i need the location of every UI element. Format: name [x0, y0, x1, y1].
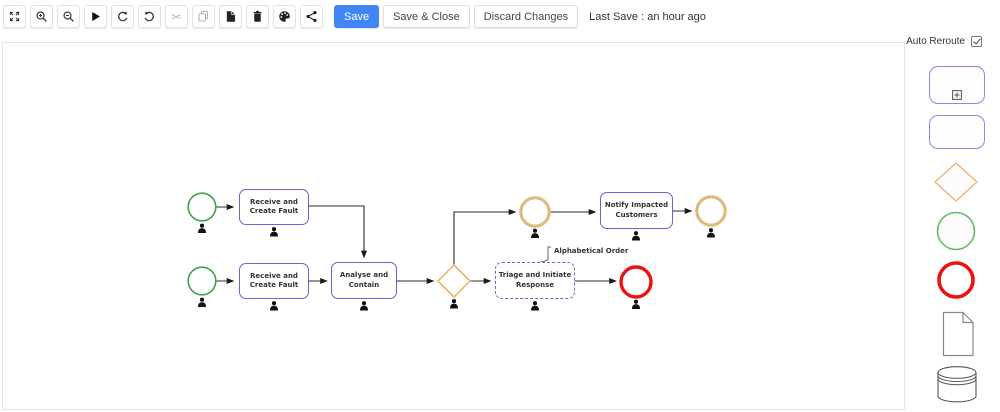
person-icon [270, 301, 278, 311]
palette-gateway-shape[interactable] [934, 162, 978, 202]
task-label: Notify Impacted Customers [604, 201, 669, 219]
end-event[interactable] [619, 265, 653, 299]
auto-reroute-row: Auto Reroute [906, 36, 982, 47]
task-label: Receive and Create Fault [249, 271, 299, 289]
person-icon [531, 301, 539, 311]
gateway-diamond[interactable] [437, 264, 471, 298]
task-triage-and-initiate-response[interactable]: Triage and Initiate Response [495, 262, 575, 299]
palette-start-event-shape[interactable] [936, 211, 976, 251]
bpmn-editor: ✂ Save Save & Close Discard Changes Last… [0, 0, 1000, 412]
task-receive-create-fault-1[interactable]: Receive and Create Fault [239, 189, 309, 225]
flow-receive1-to-analyse[interactable] [309, 205, 368, 259]
person-icon [270, 227, 278, 237]
start-event-2[interactable] [187, 266, 217, 296]
task-receive-create-fault-2[interactable]: Receive and Create Fault [239, 263, 309, 299]
auto-reroute-checkbox[interactable] [971, 36, 982, 47]
person-icon [198, 297, 206, 307]
task-notify-impacted-customers[interactable]: Notify Impacted Customers [600, 192, 673, 229]
person-icon [632, 231, 640, 241]
task-analyse-and-contain[interactable]: Analyse and Contain [331, 262, 397, 299]
person-icon [632, 299, 640, 309]
palette-end-event-shape[interactable] [937, 261, 975, 299]
intermediate-event-1[interactable] [519, 196, 551, 228]
person-icon [531, 228, 539, 238]
person-icon [707, 228, 715, 238]
start-event-1[interactable] [187, 192, 217, 222]
task-label: Receive and Create Fault [249, 197, 299, 215]
palette-task-shape[interactable] [929, 115, 985, 149]
person-icon [450, 299, 458, 309]
task-label: Triage and Initiate Response [498, 271, 572, 289]
person-icon [360, 301, 368, 311]
person-icon [198, 223, 206, 233]
text-annotation[interactable]: Alphabetical Order [551, 246, 632, 257]
flow-gateway-to-event1[interactable] [453, 208, 517, 265]
palette-datastore-shape[interactable] [937, 366, 977, 403]
palette-subprocess-shape[interactable] [929, 66, 985, 104]
diagram-layer [187, 162, 978, 403]
palette-document-shape[interactable] [942, 311, 974, 357]
plus-box-icon [952, 90, 962, 100]
auto-reroute-label: Auto Reroute [906, 36, 965, 47]
intermediate-event-2[interactable] [695, 195, 727, 227]
task-label: Analyse and Contain [339, 271, 389, 289]
